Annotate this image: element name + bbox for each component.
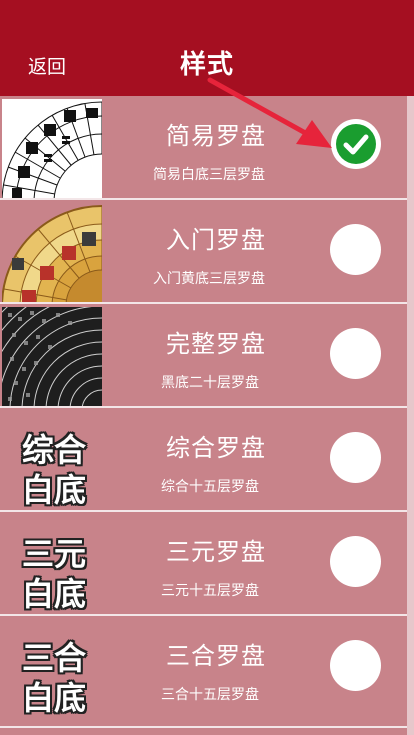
compass-white-image bbox=[2, 99, 102, 198]
style-name: 综合罗盘 bbox=[166, 434, 266, 462]
compass-black-image bbox=[2, 307, 102, 406]
unselected-radio[interactable] bbox=[330, 224, 381, 275]
style-description: 简易白底三层罗盘 bbox=[153, 167, 265, 183]
style-name: 三合罗盘 bbox=[166, 642, 266, 670]
style-description: 三合十五层罗盘 bbox=[161, 687, 259, 703]
style-list: 简易罗盘 简易白底三层罗盘 入门罗盘 入门黄底三层罗盘 完整罗盘 黑底二十层罗盘… bbox=[0, 96, 407, 735]
compass-gold-image bbox=[2, 203, 102, 302]
style-description: 入门黄底三层罗盘 bbox=[153, 271, 265, 287]
style-name: 完整罗盘 bbox=[166, 330, 266, 358]
style-description: 黑底二十层罗盘 bbox=[161, 375, 259, 391]
check-icon bbox=[336, 124, 376, 164]
style-label-image: 三元 白底 bbox=[2, 515, 112, 614]
style-row-complete[interactable]: 完整罗盘 黑底二十层罗盘 bbox=[0, 304, 407, 408]
style-row-sanyuan[interactable]: 三元 白底 三元罗盘 三元十五层罗盘 bbox=[0, 512, 407, 616]
page-title: 样式 bbox=[179, 50, 234, 80]
unselected-radio[interactable] bbox=[330, 432, 381, 483]
top-bar: 返回 样式 bbox=[0, 0, 414, 96]
style-row-beginner[interactable]: 入门罗盘 入门黄底三层罗盘 bbox=[0, 200, 407, 304]
style-name: 简易罗盘 bbox=[166, 122, 266, 150]
unselected-radio[interactable] bbox=[330, 328, 381, 379]
style-row-comprehensive[interactable]: 综合 白底 综合罗盘 综合十五层罗盘 bbox=[0, 408, 407, 512]
style-name: 入门罗盘 bbox=[166, 226, 266, 254]
unselected-radio[interactable] bbox=[330, 536, 381, 587]
selected-radio[interactable] bbox=[331, 119, 381, 169]
style-label-image: 综合 白底 bbox=[2, 411, 112, 510]
style-description: 综合十五层罗盘 bbox=[161, 479, 259, 495]
label-line-2: 白底 bbox=[22, 575, 87, 613]
label-line-2: 白底 bbox=[22, 679, 87, 717]
style-name: 三元罗盘 bbox=[166, 538, 266, 566]
style-row-simple[interactable]: 简易罗盘 简易白底三层罗盘 bbox=[0, 96, 407, 200]
unselected-radio[interactable] bbox=[330, 640, 381, 691]
style-label-image: 三合 白底 bbox=[2, 619, 112, 718]
style-description: 三元十五层罗盘 bbox=[161, 583, 259, 599]
style-row-sanhe[interactable]: 三合 白底 三合罗盘 三合十五层罗盘 bbox=[0, 616, 407, 728]
label-line-2: 白底 bbox=[22, 471, 87, 509]
scrollbar[interactable] bbox=[407, 96, 414, 735]
